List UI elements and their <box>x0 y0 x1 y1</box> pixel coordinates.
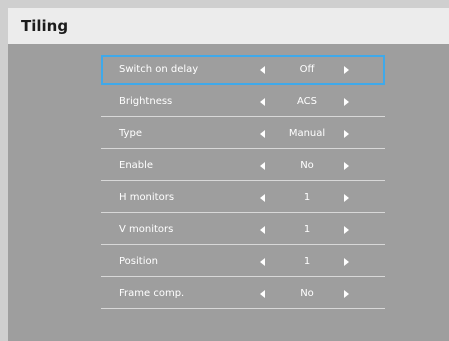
menu-row-brightness[interactable]: Brightness ACS <box>101 87 385 117</box>
row-divider <box>101 244 385 245</box>
row-value: Manual <box>288 128 326 139</box>
row-value: ACS <box>297 96 317 107</box>
row-divider <box>101 116 385 117</box>
menu-row-type[interactable]: Type Manual <box>101 119 385 149</box>
row-divider <box>101 276 385 277</box>
row-label: V monitors <box>119 224 174 235</box>
row-value: No <box>300 160 314 171</box>
title-bar: Tiling <box>8 8 449 44</box>
menu-row-switch-on-delay[interactable]: Switch on delay Off <box>101 55 385 85</box>
row-value: 1 <box>303 256 311 267</box>
arrow-right-icon[interactable] <box>344 290 349 298</box>
arrow-left-icon[interactable] <box>260 66 265 74</box>
arrow-left-icon[interactable] <box>260 226 265 234</box>
arrow-right-icon[interactable] <box>344 226 349 234</box>
arrow-right-icon[interactable] <box>344 194 349 202</box>
arrow-left-icon[interactable] <box>260 290 265 298</box>
row-value: No <box>300 288 314 299</box>
row-divider <box>101 308 385 309</box>
row-label: Frame comp. <box>119 288 185 299</box>
menu-row-v-monitors[interactable]: V monitors 1 <box>101 215 385 245</box>
arrow-right-icon[interactable] <box>344 162 349 170</box>
arrow-right-icon[interactable] <box>344 98 349 106</box>
row-divider <box>101 212 385 213</box>
arrow-left-icon[interactable] <box>260 258 265 266</box>
arrow-left-icon[interactable] <box>260 194 265 202</box>
arrow-left-icon[interactable] <box>260 98 265 106</box>
row-value: 1 <box>303 224 311 235</box>
menu-row-position[interactable]: Position 1 <box>101 247 385 277</box>
page-title: Tiling <box>21 17 69 35</box>
arrow-right-icon[interactable] <box>344 66 349 74</box>
arrow-right-icon[interactable] <box>344 258 349 266</box>
row-divider <box>101 180 385 181</box>
arrow-left-icon[interactable] <box>260 130 265 138</box>
row-label: Switch on delay <box>119 64 199 75</box>
row-divider <box>101 148 385 149</box>
arrow-left-icon[interactable] <box>260 162 265 170</box>
row-value: 1 <box>303 192 311 203</box>
row-label: Enable <box>119 160 154 171</box>
row-label: Position <box>119 256 158 267</box>
menu-row-h-monitors[interactable]: H monitors 1 <box>101 183 385 213</box>
row-label: H monitors <box>119 192 175 203</box>
row-label: Type <box>119 128 142 139</box>
osd-panel: Tiling Switch on delay Off Brightness AC… <box>8 8 449 341</box>
row-value: Off <box>299 64 315 75</box>
row-label: Brightness <box>119 96 173 107</box>
arrow-right-icon[interactable] <box>344 130 349 138</box>
screen-frame: Tiling Switch on delay Off Brightness AC… <box>0 0 449 341</box>
menu-row-frame-comp[interactable]: Frame comp. No <box>101 279 385 309</box>
menu-row-enable[interactable]: Enable No <box>101 151 385 181</box>
